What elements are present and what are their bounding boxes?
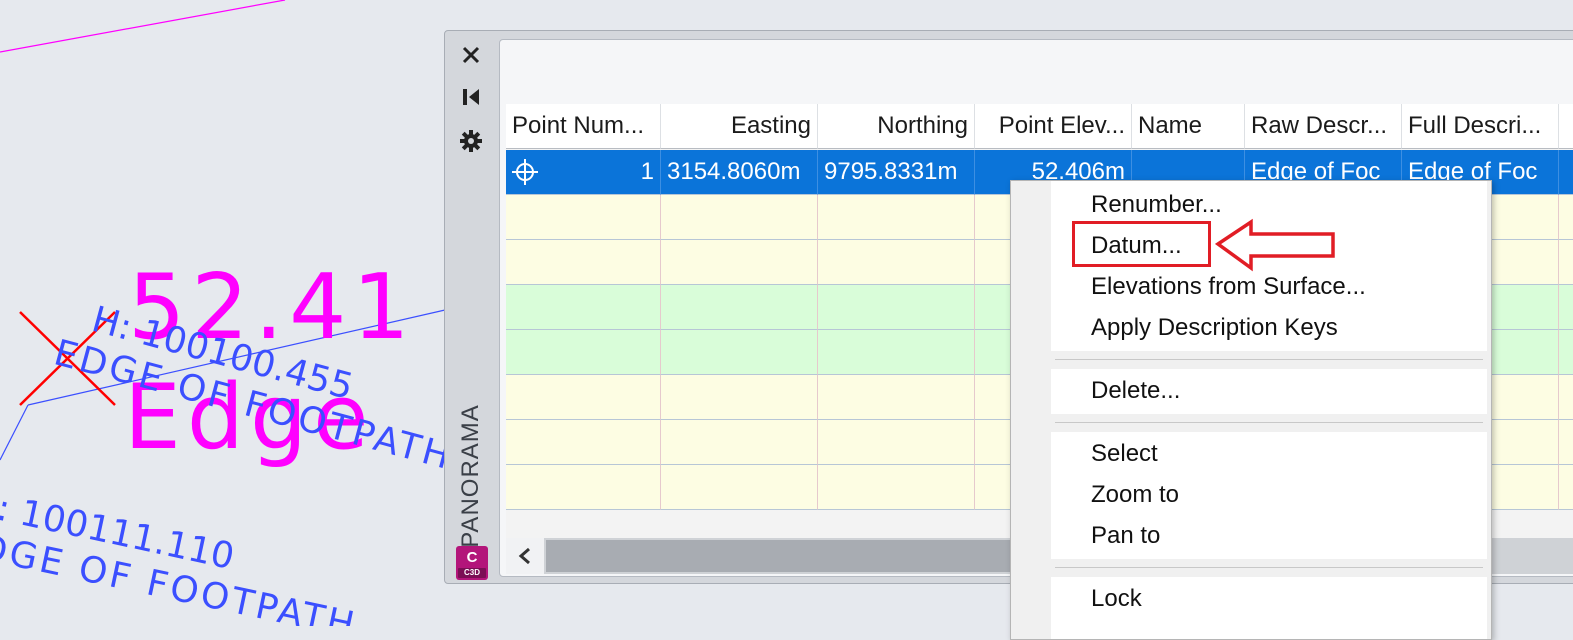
menu-icon-gutter — [1011, 181, 1051, 639]
menu-item-pan-to[interactable]: Pan to — [1051, 516, 1487, 556]
header-more — [1559, 104, 1573, 149]
menu-item-lock[interactable]: Lock — [1051, 579, 1487, 619]
panorama-title-strip: PANORAMA C C3D — [445, 31, 497, 583]
point-number-value: 1 — [640, 158, 654, 185]
menu-item-delete[interactable]: Delete... — [1051, 371, 1487, 411]
header-point-number[interactable]: Point Num... — [506, 104, 661, 149]
panorama-title: PANORAMA — [457, 404, 484, 548]
menu-item-select[interactable]: Select — [1051, 434, 1487, 474]
point-target-icon — [512, 159, 538, 185]
easting-cell[interactable]: 3154.8060m — [661, 150, 818, 195]
dock-toggle-icon[interactable] — [459, 85, 483, 109]
red-arrow-icon — [1215, 218, 1335, 272]
c3d-app-icon: C C3D — [456, 546, 488, 580]
c3d-badge-sub: C3D — [458, 568, 486, 578]
scrollbar-thumb[interactable] — [546, 540, 1026, 572]
menu-separator — [1051, 351, 1487, 369]
chevron-left-icon — [518, 547, 530, 565]
menu-separator — [1051, 414, 1487, 432]
extra-cell[interactable] — [1559, 150, 1573, 195]
datum-highlight-box — [1072, 221, 1211, 267]
scroll-left-button[interactable] — [506, 538, 544, 574]
header-easting[interactable]: Easting — [661, 104, 818, 149]
gear-icon[interactable] — [459, 129, 483, 153]
close-icon[interactable] — [459, 43, 483, 67]
header-point-elevation[interactable]: Point Elev... — [975, 104, 1132, 149]
c3d-badge-letter: C — [466, 549, 478, 566]
menu-item-elevations-from-surface[interactable]: Elevations from Surface... — [1051, 267, 1487, 307]
magenta-linework — [0, 0, 286, 53]
header-northing[interactable]: Northing — [818, 104, 975, 149]
header-raw-description[interactable]: Raw Descr... — [1245, 104, 1402, 149]
northing-cell[interactable]: 9795.8331m — [818, 150, 975, 195]
blue-linework-2 — [0, 404, 29, 461]
menu-item-zoom-to[interactable]: Zoom to — [1051, 475, 1487, 515]
point-number-cell[interactable]: 1 — [506, 150, 661, 195]
header-full-description[interactable]: Full Descri... — [1402, 104, 1559, 149]
menu-separator — [1051, 559, 1487, 577]
header-name[interactable]: Name — [1132, 104, 1245, 149]
grid-header-row: Point Num... Easting Northing Point Elev… — [506, 104, 1573, 149]
menu-item-apply-description-keys[interactable]: Apply Description Keys — [1051, 308, 1487, 348]
